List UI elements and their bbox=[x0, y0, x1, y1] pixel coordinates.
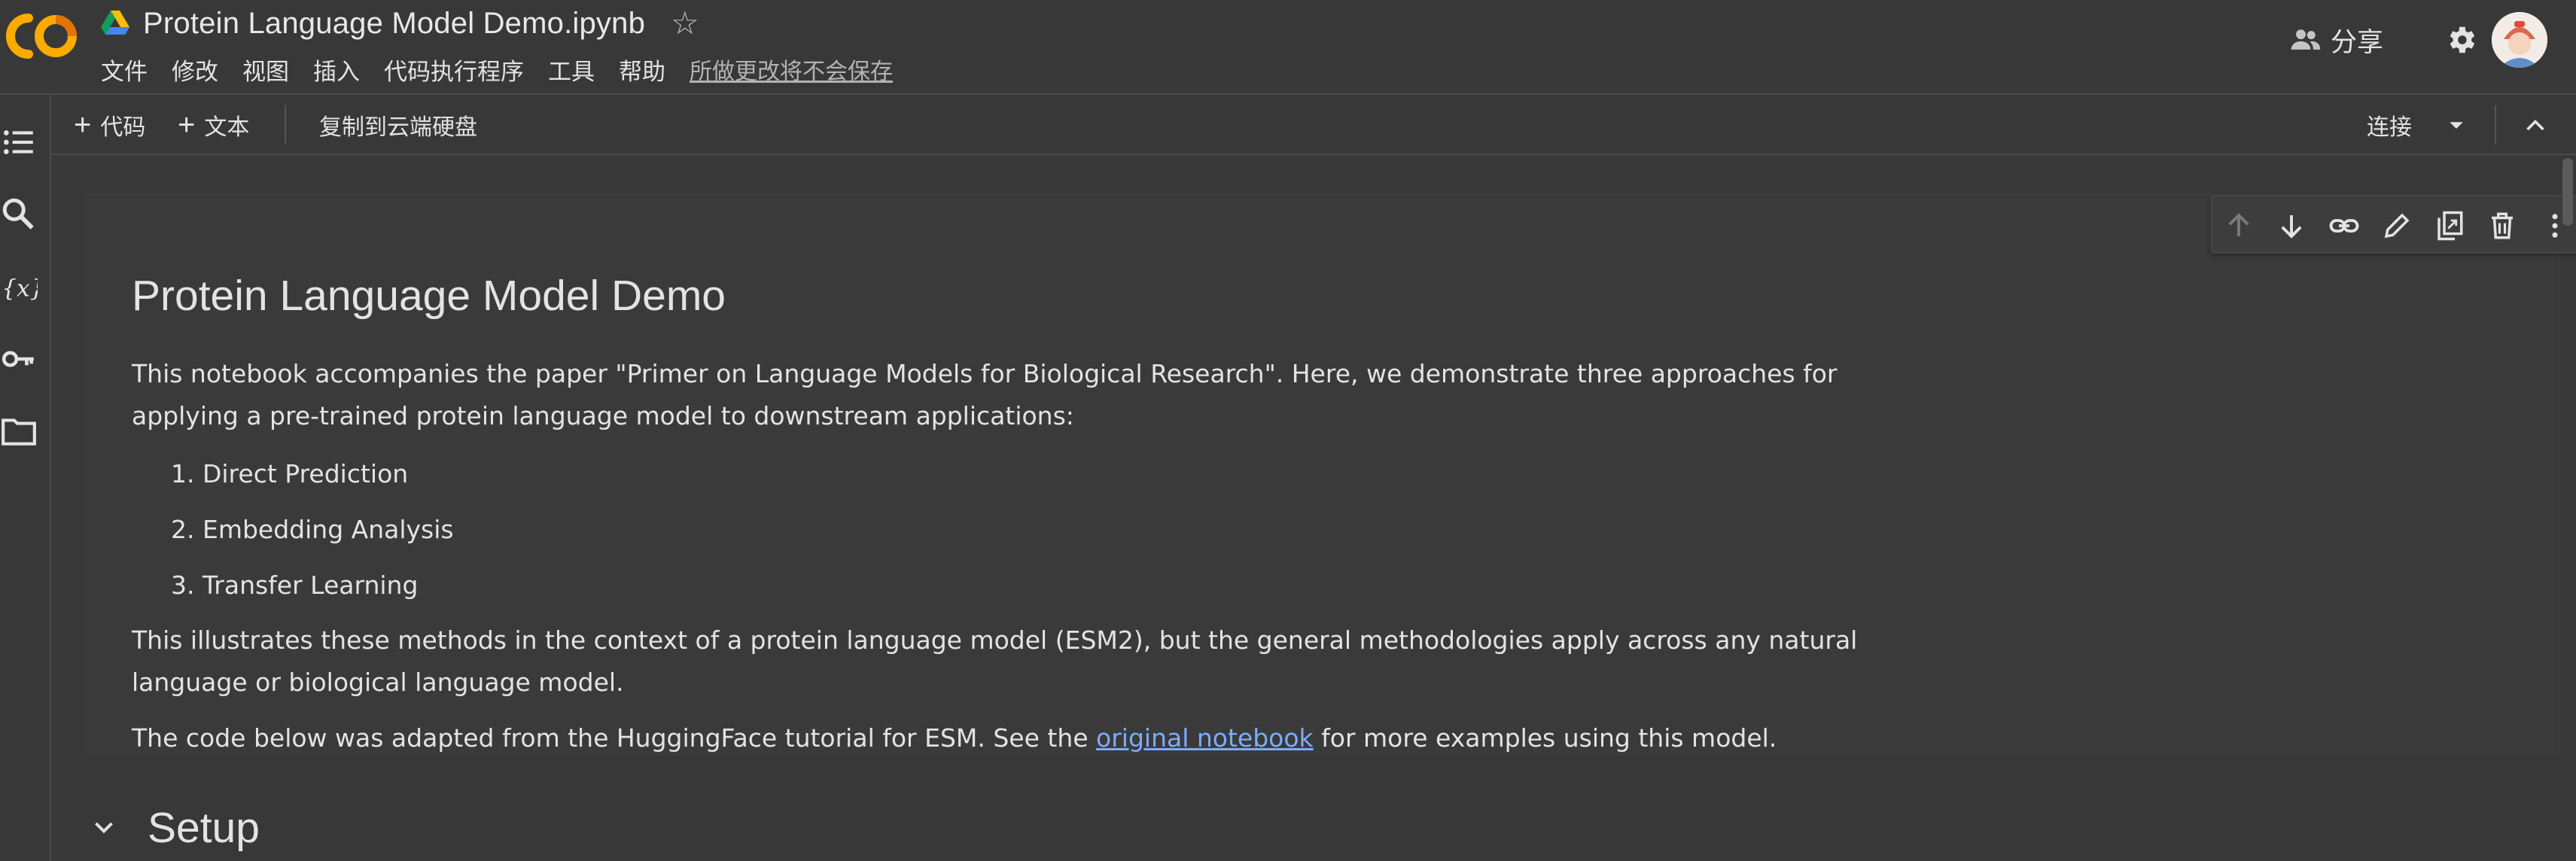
colab-logo[interactable] bbox=[6, 11, 78, 62]
source-text-after: for more examples using this model. bbox=[1313, 723, 1777, 753]
add-text-button[interactable]: + 文本 bbox=[178, 108, 250, 141]
source-text-before: The code below was adapted from the Hugg… bbox=[132, 723, 1097, 753]
avatar[interactable] bbox=[2492, 12, 2547, 68]
gear-icon[interactable] bbox=[2444, 23, 2478, 57]
variables-icon[interactable]: {x} bbox=[0, 268, 38, 306]
notebook-title[interactable]: Protein Language Model Demo.ipynb bbox=[143, 7, 645, 41]
share-label: 分享 bbox=[2331, 27, 2384, 58]
methods-paragraph: This illustrates these methods in the co… bbox=[132, 625, 1858, 697]
connect-button[interactable]: 连接 bbox=[2367, 110, 2468, 141]
menu-insert[interactable]: 插入 bbox=[313, 53, 360, 87]
section-header[interactable]: Setup bbox=[90, 798, 260, 858]
text-cell[interactable]: Protein Language Model Demo This noteboo… bbox=[86, 194, 2576, 754]
menu-bar: 文件 修改 视图 插入 代码执行程序 工具 帮助 所做更改将不会保存 bbox=[101, 53, 893, 86]
notebook-toolbar: + 代码 + 文本 复制到云端硬盘 连接 bbox=[51, 95, 2576, 155]
menu-file[interactable]: 文件 bbox=[101, 53, 148, 87]
key-icon[interactable] bbox=[0, 340, 38, 378]
scrollbar[interactable] bbox=[2562, 158, 2573, 226]
list-item: 1. Direct Prediction bbox=[171, 459, 409, 488]
svg-text:{x}: {x} bbox=[2, 275, 38, 303]
list-item: 2. Embedding Analysis bbox=[171, 515, 454, 544]
notebook-main: Protein Language Model Demo This noteboo… bbox=[53, 157, 2576, 861]
menu-help[interactable]: 帮助 bbox=[619, 53, 665, 87]
google-drive-icon[interactable] bbox=[101, 11, 129, 36]
plus-icon: + bbox=[178, 108, 196, 141]
move-up-icon[interactable] bbox=[2223, 210, 2255, 242]
search-icon[interactable] bbox=[0, 196, 38, 233]
list-item: 3. Transfer Learning bbox=[171, 570, 419, 600]
link-icon[interactable] bbox=[2328, 210, 2360, 242]
people-icon bbox=[2291, 29, 2321, 50]
add-text-label: 文本 bbox=[204, 114, 250, 141]
toolbar-divider bbox=[285, 105, 286, 145]
edit-icon[interactable] bbox=[2381, 210, 2413, 242]
chevron-down-icon[interactable] bbox=[90, 814, 117, 841]
mirror-cell-icon[interactable] bbox=[2434, 210, 2465, 242]
cell-heading: Protein Language Model Demo bbox=[132, 272, 726, 320]
source-paragraph: The code below was adapted from the Hugg… bbox=[132, 717, 1878, 759]
left-sidebar: {x} bbox=[0, 95, 51, 861]
folder-icon[interactable] bbox=[0, 412, 38, 450]
intro-paragraph: This notebook accompanies the paper "Pri… bbox=[132, 359, 1838, 430]
menu-runtime[interactable]: 代码执行程序 bbox=[384, 53, 524, 87]
toc-icon[interactable] bbox=[0, 123, 38, 161]
add-code-button[interactable]: + 代码 bbox=[74, 108, 146, 141]
delete-icon[interactable] bbox=[2486, 210, 2518, 242]
menu-edit[interactable]: 修改 bbox=[172, 53, 218, 87]
connect-label: 连接 bbox=[2367, 114, 2412, 141]
share-button[interactable]: 分享 bbox=[2288, 18, 2383, 62]
approach-list: 1. Direct Prediction 2. Embedding Analys… bbox=[171, 446, 1878, 613]
add-code-label: 代码 bbox=[100, 114, 146, 141]
markdown-content: Protein Language Model Demo This noteboo… bbox=[132, 263, 1878, 759]
chevron-down-icon[interactable] bbox=[2445, 114, 2468, 136]
unsaved-changes-link[interactable]: 所做更改将不会保存 bbox=[690, 53, 893, 86]
plus-icon: + bbox=[74, 108, 92, 141]
cell-toolbar bbox=[2211, 195, 2576, 254]
star-icon[interactable]: ☆ bbox=[671, 8, 699, 39]
move-down-icon[interactable] bbox=[2276, 210, 2307, 242]
collapse-header-icon[interactable] bbox=[2522, 111, 2549, 138]
menu-view[interactable]: 视图 bbox=[242, 53, 289, 87]
toolbar-divider bbox=[2495, 105, 2496, 145]
menu-tools[interactable]: 工具 bbox=[548, 53, 595, 87]
section-title: Setup bbox=[148, 804, 260, 852]
app-header: Protein Language Model Demo.ipynb ☆ 文件 修… bbox=[0, 0, 2576, 93]
original-notebook-link[interactable]: original notebook bbox=[1096, 723, 1314, 753]
copy-to-drive-button[interactable]: 复制到云端硬盘 bbox=[319, 110, 477, 141]
